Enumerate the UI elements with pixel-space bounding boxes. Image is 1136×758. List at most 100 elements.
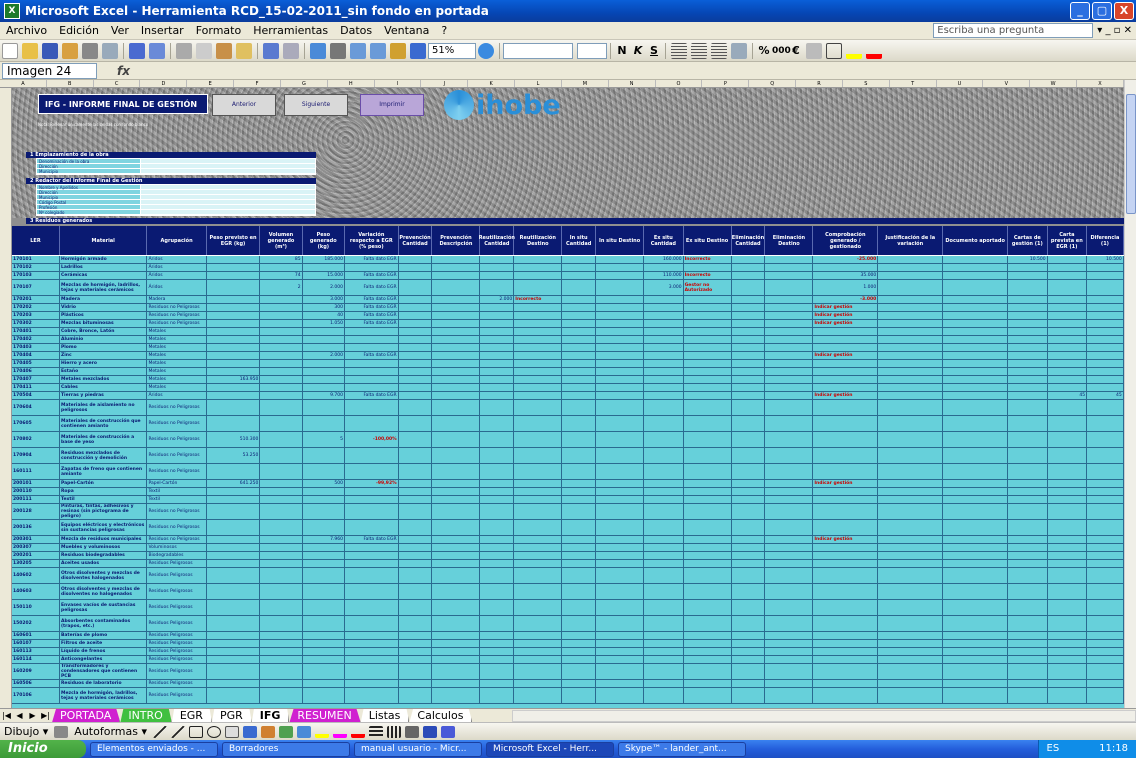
data-cell[interactable] [596, 280, 645, 295]
data-cell[interactable]: 3.000 [303, 296, 345, 303]
data-cell[interactable] [303, 336, 345, 343]
data-cell[interactable] [596, 560, 645, 567]
data-cell[interactable]: 2.000 [303, 352, 345, 359]
data-cell[interactable] [1008, 688, 1048, 703]
data-cell[interactable] [260, 312, 303, 319]
data-cell[interactable] [514, 568, 563, 583]
data-cell[interactable] [480, 376, 515, 383]
data-cell[interactable] [732, 384, 766, 391]
data-cell[interactable] [399, 304, 433, 311]
data-cell[interactable] [480, 640, 515, 647]
data-cell[interactable] [1048, 264, 1088, 271]
next-sheet-icon[interactable]: ▶ [26, 711, 39, 720]
data-cell[interactable] [399, 648, 433, 655]
data-cell[interactable] [207, 272, 261, 279]
data-cell[interactable] [732, 304, 766, 311]
data-cell[interactable] [732, 328, 766, 335]
ler-cell[interactable]: 150202 [12, 616, 60, 631]
data-cell[interactable] [1087, 600, 1124, 615]
data-cell[interactable] [878, 664, 944, 679]
data-cell[interactable] [813, 384, 879, 391]
data-cell[interactable] [432, 656, 481, 663]
borders-icon[interactable] [826, 42, 842, 59]
data-cell[interactable] [644, 368, 684, 375]
ler-cell[interactable]: 170201 [12, 296, 60, 303]
data-cell[interactable] [1087, 336, 1124, 343]
ler-cell[interactable]: 170904 [12, 448, 60, 463]
ler-cell[interactable]: 160107 [12, 640, 60, 647]
data-cell[interactable] [303, 520, 345, 535]
data-cell[interactable] [303, 488, 345, 495]
data-cell[interactable] [207, 616, 261, 631]
data-cell[interactable] [732, 368, 766, 375]
material-cell[interactable]: Materiales de construcción a base de yes… [60, 432, 148, 447]
data-cell[interactable] [878, 272, 944, 279]
data-cell[interactable] [399, 520, 433, 535]
data-cell[interactable]: Indicar gestión [813, 304, 879, 311]
data-cell[interactable] [562, 328, 597, 335]
data-cell[interactable] [644, 640, 684, 647]
data-cell[interactable] [514, 376, 563, 383]
data-cell[interactable] [765, 304, 814, 311]
underline-button[interactable]: S [646, 44, 662, 57]
data-cell[interactable]: Indicar gestión [813, 320, 879, 327]
font-color-icon[interactable] [866, 42, 882, 59]
data-cell[interactable]: Residuos Peligrosos [147, 560, 207, 567]
data-cell[interactable] [399, 632, 433, 639]
data-cell[interactable] [399, 584, 433, 599]
data-cell[interactable] [1087, 304, 1124, 311]
data-cell[interactable] [345, 544, 399, 551]
data-cell[interactable] [684, 568, 732, 583]
form-input[interactable] [141, 169, 315, 173]
data-cell[interactable]: Voluminosos [147, 544, 207, 551]
data-cell[interactable] [765, 336, 814, 343]
data-cell[interactable] [1087, 648, 1124, 655]
data-cell[interactable] [1087, 656, 1124, 663]
data-cell[interactable] [303, 552, 345, 559]
data-cell[interactable] [644, 568, 684, 583]
sheet-tab-calculos[interactable]: Calculos [409, 708, 473, 723]
data-cell[interactable]: Falta dato EGR [345, 312, 399, 319]
data-cell[interactable] [943, 416, 1009, 431]
data-cell[interactable] [1008, 480, 1048, 487]
data-cell[interactable] [765, 464, 814, 479]
material-cell[interactable]: Madera [60, 296, 148, 303]
material-cell[interactable]: Pinturas, tintas, adhesivos y resinas (s… [60, 504, 148, 519]
data-cell[interactable] [480, 664, 515, 679]
menu-item-8[interactable]: ? [435, 24, 453, 37]
data-cell[interactable] [480, 368, 515, 375]
material-cell[interactable]: Envases vacíos de sustancias peligrosas [60, 600, 148, 615]
data-cell[interactable] [684, 480, 732, 487]
data-cell[interactable]: Residuos Peligrosos [147, 640, 207, 647]
data-cell[interactable]: -99,92% [345, 480, 399, 487]
data-cell[interactable] [432, 296, 481, 303]
material-cell[interactable]: Zapatas de freno que contienen amianto [60, 464, 148, 479]
data-cell[interactable] [596, 264, 645, 271]
data-cell[interactable] [345, 416, 399, 431]
data-cell[interactable] [432, 272, 481, 279]
data-cell[interactable] [514, 336, 563, 343]
line-style-icon[interactable] [368, 725, 383, 738]
data-cell[interactable] [596, 584, 645, 599]
data-cell[interactable] [943, 280, 1009, 295]
data-cell[interactable] [562, 664, 597, 679]
data-cell[interactable] [260, 328, 303, 335]
data-cell[interactable] [732, 480, 766, 487]
data-cell[interactable] [644, 520, 684, 535]
data-cell[interactable] [765, 536, 814, 543]
data-cell[interactable] [1048, 344, 1088, 351]
data-cell[interactable] [878, 464, 944, 479]
data-cell[interactable] [644, 600, 684, 615]
data-cell[interactable] [732, 432, 766, 447]
ler-cell[interactable]: 170202 [12, 304, 60, 311]
ler-cell[interactable]: 160209 [12, 664, 60, 679]
data-cell[interactable] [1008, 264, 1048, 271]
data-cell[interactable] [260, 368, 303, 375]
data-cell[interactable] [260, 656, 303, 663]
data-cell[interactable]: Metales [147, 376, 207, 383]
data-cell[interactable] [480, 328, 515, 335]
data-cell[interactable]: -100,00% [345, 432, 399, 447]
data-cell[interactable]: 300 [303, 304, 345, 311]
ler-cell[interactable]: 170802 [12, 432, 60, 447]
data-cell[interactable] [399, 280, 433, 295]
